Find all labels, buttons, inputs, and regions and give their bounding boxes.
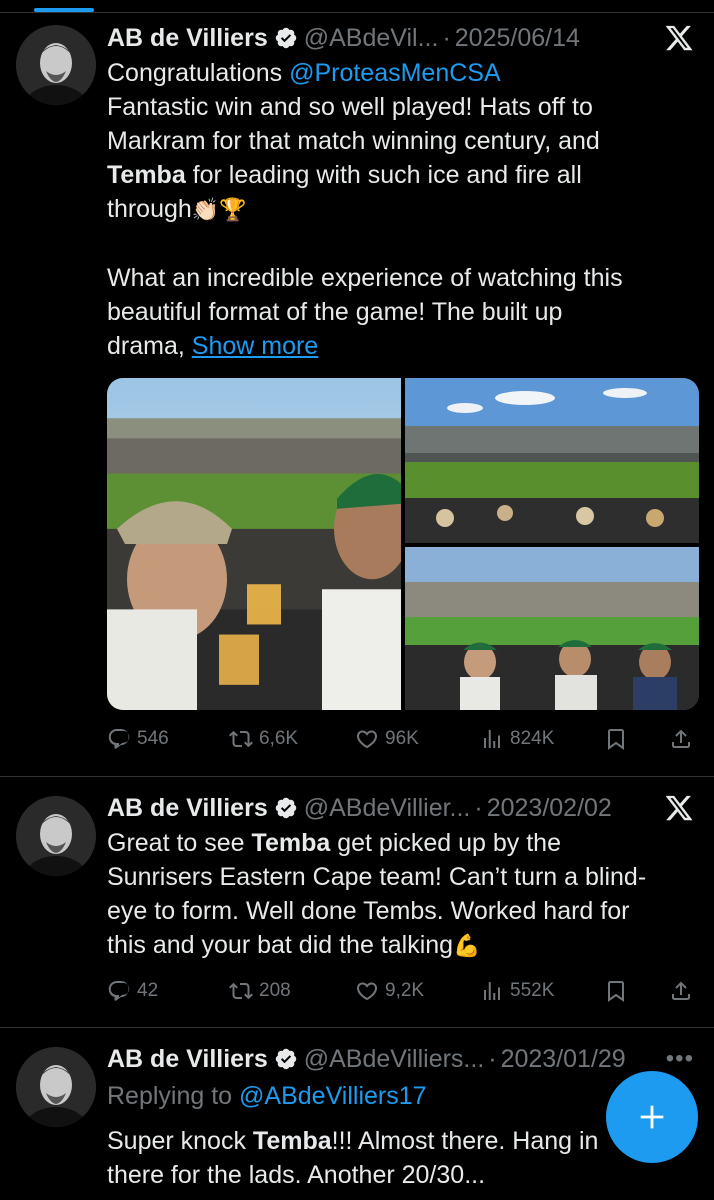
- verified-badge-icon: [275, 1048, 296, 1070]
- flexed-biceps-emoji: 💪: [453, 933, 481, 958]
- text-line: through: [107, 195, 192, 223]
- tweet-text: Super knock Temba!!! Almost there. Hang …: [107, 1124, 692, 1192]
- avatar[interactable]: [16, 25, 96, 105]
- author-name[interactable]: AB de Villiers: [107, 794, 268, 823]
- author-handle[interactable]: @ABdeVil...: [304, 24, 439, 53]
- views-count: 824K: [510, 728, 555, 749]
- repost-count: 6,6K: [259, 728, 299, 749]
- bookmark-icon: [608, 729, 624, 750]
- dot-separator: ·: [474, 793, 483, 822]
- share-button[interactable]: [669, 979, 693, 1003]
- repost-icon: [229, 730, 253, 748]
- bold-text: Temba: [107, 161, 186, 189]
- text-line: for leading with such ice and fire all: [185, 161, 582, 189]
- tweet-actions: 546 6,6K 96K 824K: [107, 724, 698, 754]
- text-line: What an incredible experience of watchin…: [107, 264, 623, 292]
- heart-icon: [356, 730, 378, 749]
- more-options-icon[interactable]: •••: [666, 1045, 694, 1073]
- tweet-text: Congratulations @ProteasMenCSA Fantastic…: [107, 56, 692, 363]
- text-line: get picked up by the: [330, 829, 561, 857]
- tweet-2[interactable]: AB de Villiers @ABdeVillier... · 2023/02…: [0, 777, 714, 1027]
- photo-stadium-wide[interactable]: [405, 378, 699, 543]
- reply-button[interactable]: 42: [107, 979, 158, 1003]
- repost-button[interactable]: 208: [229, 979, 291, 1003]
- text-line: !!! Almost there. Hang in: [331, 1127, 599, 1155]
- share-icon: [672, 981, 690, 1000]
- author-name[interactable]: AB de Villiers: [107, 1045, 268, 1074]
- tweet-header: AB de Villiers @ABdeVilliers... · 2023/0…: [107, 1042, 694, 1076]
- text-line: Great to see: [107, 829, 252, 857]
- tweet-date[interactable]: 2025/06/14: [455, 24, 580, 53]
- views-button[interactable]: 824K: [480, 727, 554, 751]
- repost-button[interactable]: 6,6K: [229, 727, 298, 751]
- clap-trophy-emoji: 👏🏻🏆: [191, 197, 247, 222]
- replying-to: Replying to @ABdeVilliers17: [107, 1079, 427, 1113]
- avatar[interactable]: [16, 1047, 96, 1127]
- tweet-1[interactable]: AB de Villiers @ABdeVil... · 2025/06/14 …: [0, 0, 714, 776]
- show-more-link[interactable]: Show more: [192, 332, 318, 360]
- tweet-actions: 42 208 9,2K 552K: [107, 976, 698, 1006]
- text-line: Markram for that match winning century, …: [107, 127, 600, 155]
- text-line: Super knock: [107, 1127, 253, 1155]
- dot-separator: ·: [442, 23, 451, 52]
- like-button[interactable]: 9,2K: [355, 979, 424, 1003]
- reply-icon: [108, 729, 130, 749]
- views-icon: [484, 982, 500, 1000]
- tweet-date[interactable]: 2023/02/02: [487, 794, 612, 823]
- text-line: this and your bat did the talking: [107, 931, 454, 959]
- like-count: 9,2K: [385, 980, 425, 1001]
- reply-count: 42: [137, 980, 159, 1001]
- bold-text: Temba: [251, 829, 331, 857]
- text-line: eye to form. Well done Tembs. Worked har…: [107, 897, 630, 925]
- photo-group-stadium[interactable]: [405, 547, 699, 710]
- compose-plus-icon: [640, 1105, 664, 1129]
- verified-badge-icon: [275, 27, 296, 49]
- replying-label: Replying to: [107, 1082, 240, 1110]
- repost-icon: [229, 982, 253, 1000]
- reply-button[interactable]: 546: [107, 727, 169, 751]
- heart-icon: [356, 982, 378, 1001]
- media-grid[interactable]: [107, 378, 699, 710]
- dot-separator: ·: [488, 1044, 497, 1073]
- mention-link[interactable]: @ProteasMenCSA: [289, 59, 501, 87]
- text-line: Congratulations: [107, 59, 290, 87]
- reply-mention-link[interactable]: @ABdeVilliers17: [239, 1082, 427, 1110]
- text-line: beautiful format of the game! The built …: [107, 298, 563, 326]
- like-count: 96K: [385, 728, 419, 749]
- author-handle[interactable]: @ABdeVilliers...: [304, 1045, 485, 1074]
- tweet-text: Great to see Temba get picked up by the …: [107, 826, 692, 963]
- tweet-header: AB de Villiers @ABdeVillier... · 2023/02…: [107, 791, 694, 825]
- tweet-date[interactable]: 2023/01/29: [501, 1045, 626, 1074]
- views-icon: [484, 730, 500, 748]
- author-handle[interactable]: @ABdeVillier...: [304, 794, 471, 823]
- repost-count: 208: [259, 980, 291, 1001]
- tweet-header: AB de Villiers @ABdeVil... · 2025/06/14: [107, 21, 694, 55]
- author-name[interactable]: AB de Villiers: [107, 24, 268, 53]
- bookmark-button[interactable]: [604, 979, 628, 1003]
- views-button[interactable]: 552K: [480, 979, 554, 1003]
- photo-selfie-stadium[interactable]: [107, 378, 401, 710]
- share-button[interactable]: [669, 727, 693, 751]
- text-line: there for the lads. Another 20/30...: [107, 1161, 486, 1189]
- text-line: Sunrisers Eastern Cape team! Can’t turn …: [107, 863, 647, 891]
- verified-badge-icon: [275, 797, 296, 819]
- x-logo-icon: [665, 795, 693, 821]
- avatar[interactable]: [16, 796, 96, 876]
- x-logo-icon: [665, 25, 693, 51]
- bookmark-icon: [608, 981, 624, 1002]
- like-button[interactable]: 96K: [355, 727, 419, 751]
- share-icon: [672, 729, 690, 748]
- bookmark-button[interactable]: [604, 727, 628, 751]
- text-line: Fantastic win and so well played! Hats o…: [107, 93, 593, 121]
- bold-text: Temba: [252, 1127, 332, 1155]
- text-line: drama,: [107, 332, 192, 360]
- reply-count: 546: [137, 728, 169, 749]
- reply-icon: [108, 981, 130, 1001]
- views-count: 552K: [510, 980, 555, 1001]
- compose-button[interactable]: [606, 1071, 698, 1163]
